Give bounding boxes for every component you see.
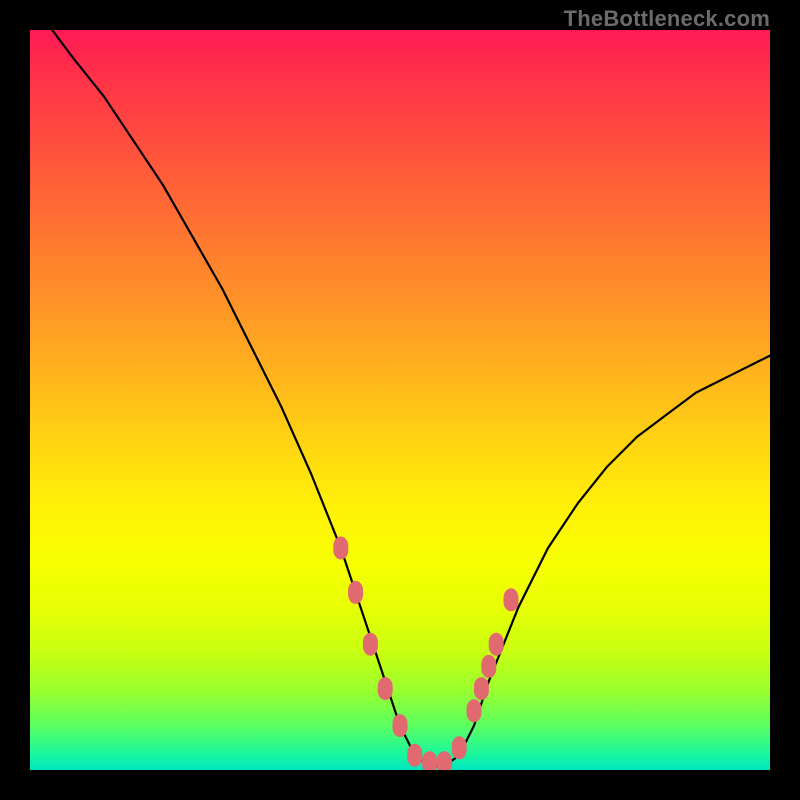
plot-area — [30, 30, 770, 770]
marker-point — [467, 700, 481, 722]
marker-point — [452, 737, 466, 759]
marker-point — [408, 744, 422, 766]
marker-point — [482, 655, 496, 677]
bottleneck-curve — [52, 30, 770, 766]
marker-point — [423, 752, 437, 770]
marker-point — [378, 678, 392, 700]
chart-frame: TheBottleneck.com — [0, 0, 800, 800]
curve-layer — [30, 30, 770, 770]
attribution-text: TheBottleneck.com — [564, 6, 770, 32]
marker-point — [474, 678, 488, 700]
marker-point — [393, 715, 407, 737]
marker-point — [334, 537, 348, 559]
marker-point — [363, 633, 377, 655]
marker-point — [437, 752, 451, 770]
marker-point — [349, 581, 363, 603]
marker-point — [504, 589, 518, 611]
marker-point — [489, 633, 503, 655]
marker-cluster — [334, 537, 518, 770]
